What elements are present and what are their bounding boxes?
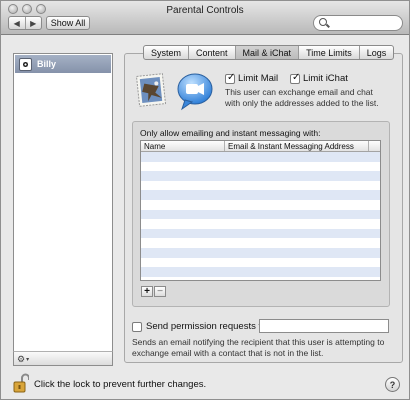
chevron-left-icon: ◀: [13, 18, 20, 28]
table-row: [141, 161, 380, 172]
tab-system[interactable]: System: [144, 46, 188, 59]
table-row: [141, 209, 380, 220]
user-list-footer: ⚙ ▾: [13, 351, 113, 366]
lock-message: Click the lock to prevent further change…: [34, 379, 207, 390]
limit-ichat-check[interactable]: [290, 72, 300, 84]
limit-mail-checkbox[interactable]: Limit Mail: [225, 72, 279, 84]
tab-bar: System Content Mail & iChat Time Limits …: [143, 45, 395, 60]
limit-mail-label: Limit Mail: [238, 73, 279, 84]
table-row: [141, 257, 380, 268]
search-field[interactable]: [313, 15, 403, 31]
send-permission-label: Send permission requests to:: [146, 321, 270, 332]
lock-icon[interactable]: [13, 373, 29, 393]
table-row: [141, 276, 380, 280]
user-name: Billy: [37, 59, 57, 69]
table-row: [141, 190, 380, 200]
chevron-down-icon: ▾: [26, 356, 30, 363]
tab-logs[interactable]: Logs: [358, 46, 394, 59]
limit-mail-check[interactable]: [225, 72, 235, 84]
allowed-contacts-table[interactable]: Name Email & Instant Messaging Address: [140, 140, 381, 281]
tab-content[interactable]: Content: [188, 46, 235, 59]
send-permission-check[interactable]: [132, 321, 142, 332]
chevron-right-icon: ▶: [30, 18, 37, 28]
search-input[interactable]: [331, 17, 399, 29]
send-permission-checkbox[interactable]: Send permission requests to:: [132, 321, 269, 332]
table-body: [141, 152, 380, 280]
column-header-spacer: [369, 141, 380, 151]
send-permission-address-field[interactable]: [259, 319, 389, 333]
column-header-name[interactable]: Name: [141, 141, 225, 151]
mail-icon: [135, 73, 167, 107]
tab-time-limits[interactable]: Time Limits: [298, 46, 359, 59]
back-button[interactable]: ◀: [9, 17, 25, 29]
user-list: Billy: [13, 53, 113, 366]
tab-mail-ichat[interactable]: Mail & iChat: [234, 46, 299, 59]
title-bar: Parental Controls ◀ ▶ Show All: [1, 1, 409, 35]
table-row: [141, 152, 380, 162]
table-row: [141, 238, 380, 248]
limit-ichat-checkbox[interactable]: Limit iChat: [290, 72, 348, 84]
limit-ichat-label: Limit iChat: [303, 73, 348, 84]
ichat-icon: [177, 73, 213, 111]
action-menu-button[interactable]: ⚙ ▾: [17, 354, 35, 364]
table-row: [141, 199, 380, 210]
table-row: [141, 247, 380, 258]
limit-description: This user can exchange email and chat wi…: [225, 87, 379, 108]
table-row: [141, 171, 380, 181]
table-header: Name Email & Instant Messaging Address: [141, 141, 380, 152]
user-list-item[interactable]: Billy: [15, 55, 111, 73]
table-row: [141, 219, 380, 229]
gear-icon: ⚙: [17, 353, 26, 364]
column-header-address[interactable]: Email & Instant Messaging Address: [225, 141, 369, 151]
search-icon: [319, 18, 327, 26]
table-row: [141, 267, 380, 277]
back-forward-control: ◀ ▶: [8, 16, 42, 30]
send-permission-description: Sends an email notifying the recipient t…: [132, 337, 385, 358]
table-row: [141, 228, 380, 239]
allowed-contacts-label: Only allow emailing and instant messagin…: [140, 128, 321, 138]
show-all-button[interactable]: Show All: [46, 16, 90, 30]
forward-button[interactable]: ▶: [24, 17, 42, 29]
table-row: [141, 180, 380, 191]
help-button[interactable]: ?: [385, 377, 400, 392]
soccer-ball-icon: [19, 57, 32, 71]
remove-contact-button[interactable]: −: [154, 286, 166, 297]
add-contact-button[interactable]: +: [141, 286, 153, 297]
parental-controls-window: Parental Controls ◀ ▶ Show All Billy ⚙ ▾ …: [0, 0, 410, 400]
